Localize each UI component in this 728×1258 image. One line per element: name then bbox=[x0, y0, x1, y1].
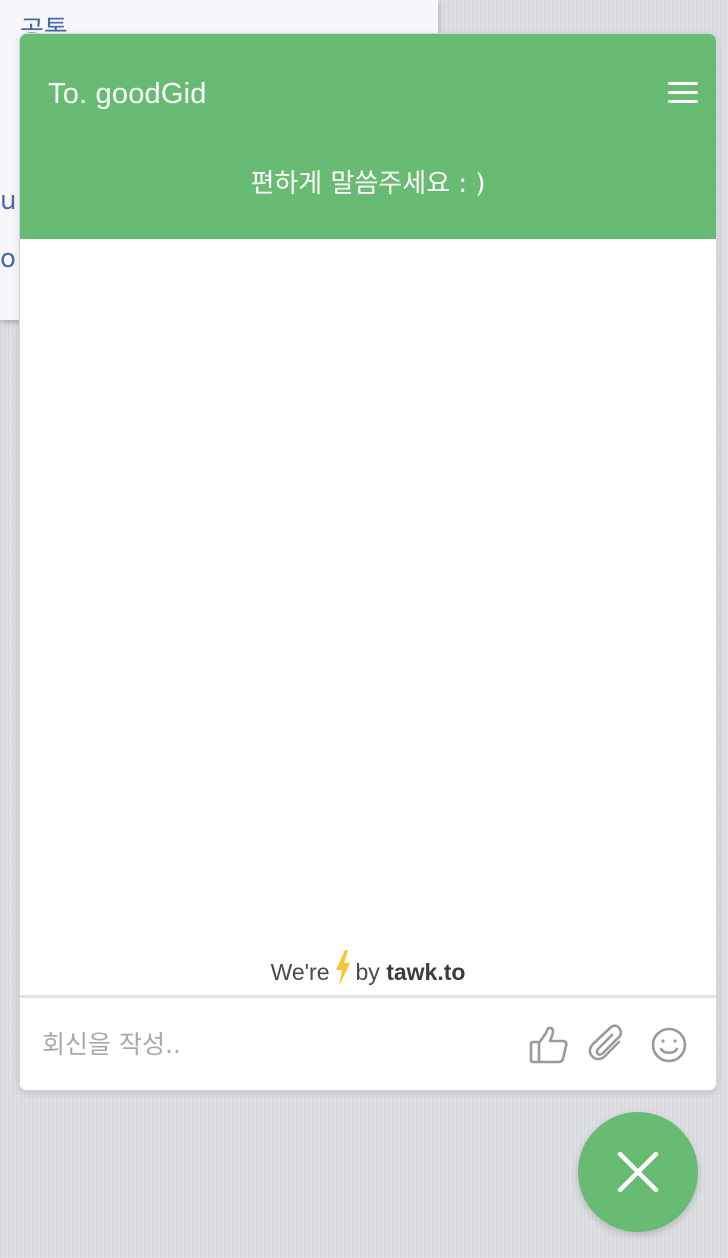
branding-brand: tawk.to bbox=[386, 959, 466, 985]
reply-input[interactable] bbox=[42, 1022, 512, 1066]
hamburger-menu-icon[interactable] bbox=[666, 78, 700, 108]
paperclip-icon[interactable] bbox=[588, 1024, 630, 1066]
background-text-fragment: o bbox=[0, 244, 16, 274]
chat-widget: To. goodGid 편하게 말씀주세요 : ) We're by tawk.t… bbox=[19, 33, 717, 1091]
message-area bbox=[20, 239, 716, 995]
branding-prefix: We're bbox=[270, 959, 330, 985]
chat-subtitle: 편하게 말씀주세요 : ) bbox=[250, 169, 486, 199]
branding-middle: by bbox=[355, 959, 380, 985]
close-icon bbox=[617, 1151, 659, 1193]
chat-title: To. goodGid bbox=[48, 78, 207, 110]
message-composer bbox=[20, 998, 716, 1090]
lightning-bolt-icon bbox=[334, 950, 352, 992]
powered-by-branding[interactable]: We're by tawk.to bbox=[20, 950, 716, 992]
thumbs-up-icon[interactable] bbox=[528, 1024, 570, 1066]
chat-header: To. goodGid 편하게 말씀주세요 : ) bbox=[20, 34, 716, 239]
smiley-icon[interactable] bbox=[648, 1024, 690, 1066]
close-chat-button[interactable] bbox=[578, 1112, 698, 1232]
background-text-fragment: u bbox=[0, 186, 17, 216]
